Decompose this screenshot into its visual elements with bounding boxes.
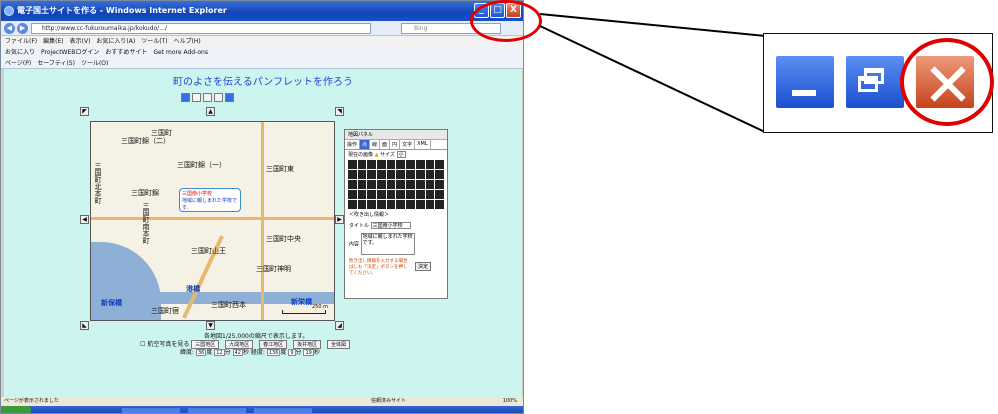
zoomed-window-buttons: [763, 33, 994, 133]
zoomed-minimize-icon: [774, 54, 836, 110]
zoomed-maximize-icon: [844, 54, 906, 110]
zoomed-highlight-circle: [900, 38, 994, 126]
